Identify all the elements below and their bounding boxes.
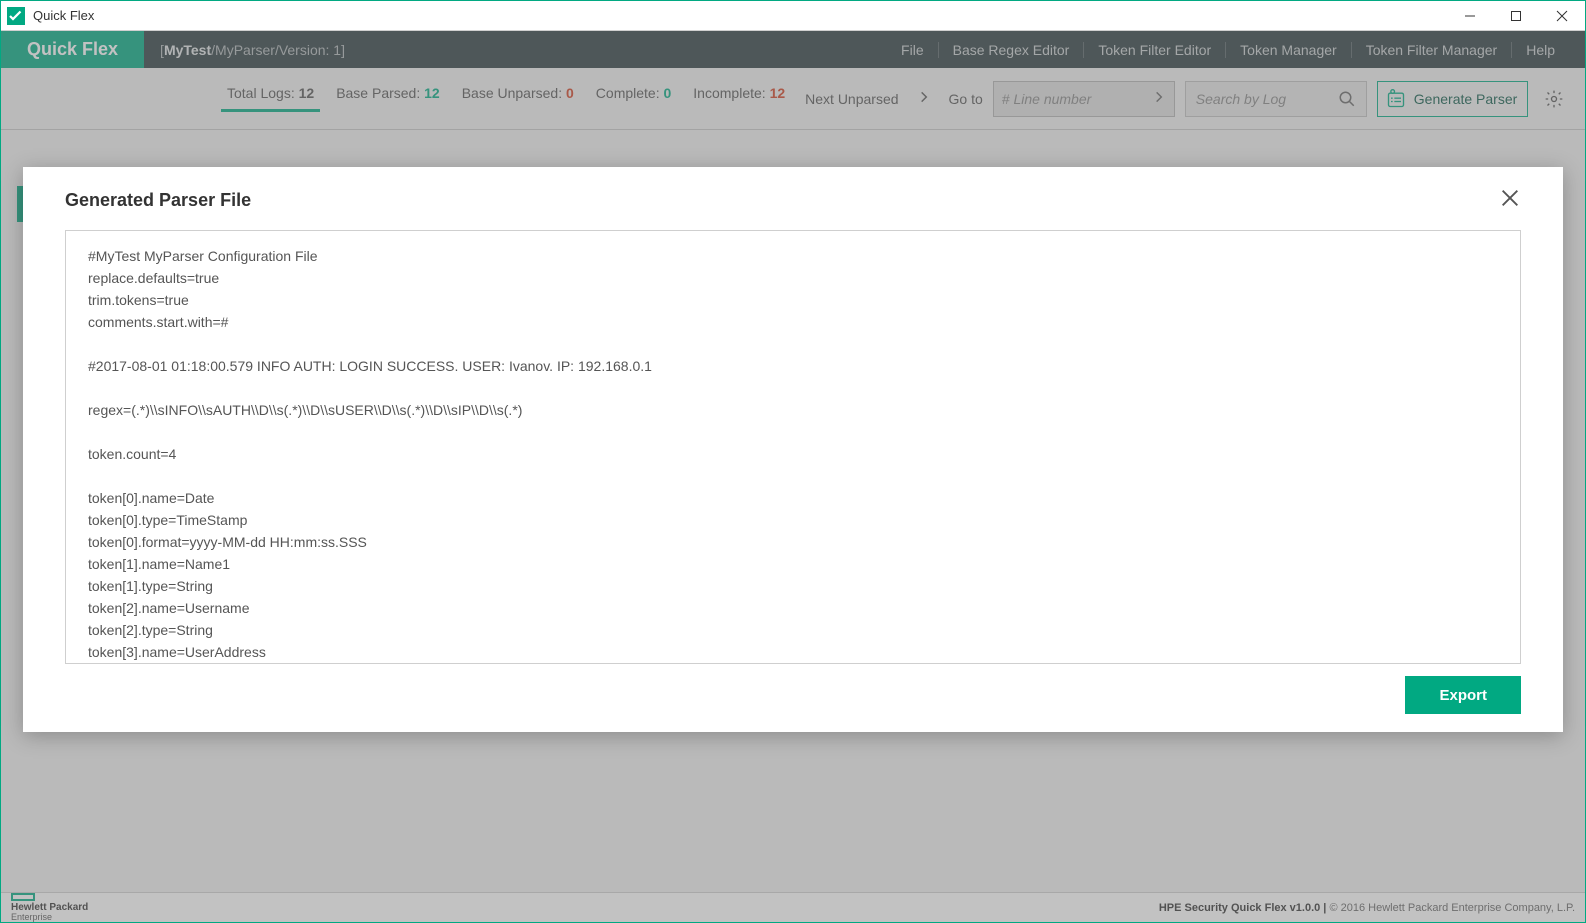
stat-total-logs[interactable]: Total Logs: 12 <box>221 85 320 112</box>
app-icon <box>7 7 25 25</box>
footer: Hewlett Packard Enterprise HPE Security … <box>1 892 1585 922</box>
appbar-links: File Base Regex Editor Token Filter Edit… <box>887 31 1585 68</box>
chevron-right-icon[interactable] <box>1152 90 1166 107</box>
line-number-input[interactable]: # Line number <box>993 81 1175 117</box>
stat-label: Complete: <box>596 85 664 101</box>
stat-value: 12 <box>299 85 315 101</box>
stat-label: Base Unparsed: <box>462 85 566 101</box>
footer-copyright: © 2016 Hewlett Packard Enterprise Compan… <box>1329 902 1575 914</box>
breadcrumb-close: ] <box>341 42 345 58</box>
brand: Quick Flex <box>1 31 144 68</box>
window-title: Quick Flex <box>33 8 1447 23</box>
window-titlebar: Quick Flex <box>1 1 1585 31</box>
generated-parser-modal: Generated Parser File #MyTest MyParser C… <box>23 167 1563 732</box>
breadcrumb-version: Version: 1 <box>279 42 341 58</box>
stat-label: Incomplete: <box>693 85 769 101</box>
stat-label: Total Logs: <box>227 85 299 101</box>
menu-token-manager[interactable]: Token Manager <box>1226 42 1351 58</box>
close-icon[interactable] <box>1499 187 1521 214</box>
stat-base-parsed[interactable]: Base Parsed: 12 <box>330 85 446 112</box>
breadcrumb-parser: MyParser <box>215 42 275 58</box>
stat-incomplete[interactable]: Incomplete: 12 <box>687 85 791 112</box>
parse-icon <box>1386 89 1406 109</box>
menu-token-filter-editor[interactable]: Token Filter Editor <box>1084 42 1225 58</box>
maximize-button[interactable] <box>1493 1 1539 31</box>
export-button[interactable]: Export <box>1405 676 1521 714</box>
chevron-right-icon[interactable] <box>917 90 931 107</box>
stat-value: 12 <box>770 85 786 101</box>
menu-file[interactable]: File <box>887 42 938 58</box>
modal-title: Generated Parser File <box>65 190 1499 211</box>
hpe-enterprise: Enterprise <box>11 913 88 922</box>
stat-value: 0 <box>566 85 574 101</box>
stat-complete[interactable]: Complete: 0 <box>590 85 678 112</box>
gear-icon[interactable] <box>1544 89 1564 109</box>
stat-base-unparsed[interactable]: Base Unparsed: 0 <box>456 85 580 112</box>
close-button[interactable] <box>1539 1 1585 31</box>
parser-file-content[interactable]: #MyTest MyParser Configuration File repl… <box>66 231 1520 663</box>
parser-file-container: #MyTest MyParser Configuration File repl… <box>65 230 1521 664</box>
menu-base-regex-editor[interactable]: Base Regex Editor <box>939 42 1084 58</box>
generate-parser-label: Generate Parser <box>1414 91 1518 107</box>
footer-product: HPE Security Quick Flex v1.0.0 | <box>1159 902 1330 914</box>
generate-parser-button[interactable]: Generate Parser <box>1377 81 1529 117</box>
line-number-placeholder: # Line number <box>1002 91 1092 107</box>
goto-label: Go to <box>949 91 983 107</box>
footer-text: HPE Security Quick Flex v1.0.0 | © 2016 … <box>1159 902 1575 914</box>
breadcrumb-project: MyTest <box>164 42 211 58</box>
next-unparsed-label[interactable]: Next Unparsed <box>805 91 898 107</box>
menu-help[interactable]: Help <box>1512 42 1569 58</box>
breadcrumb: [ MyTest / MyParser / Version: 1 ] <box>144 31 361 68</box>
hpe-logo: Hewlett Packard Enterprise <box>11 893 88 922</box>
search-input[interactable]: Search by Log <box>1185 81 1367 117</box>
minimize-button[interactable] <box>1447 1 1493 31</box>
stat-value: 12 <box>424 85 440 101</box>
hpe-logo-bar-icon <box>11 893 35 901</box>
app-bar: Quick Flex [ MyTest / MyParser / Version… <box>1 31 1585 68</box>
menu-token-filter-manager[interactable]: Token Filter Manager <box>1352 42 1512 58</box>
stat-label: Base Parsed: <box>336 85 424 101</box>
stat-value: 0 <box>664 85 672 101</box>
search-placeholder: Search by Log <box>1196 91 1286 107</box>
search-icon <box>1338 90 1356 108</box>
stats-bar: Total Logs: 12 Base Parsed: 12 Base Unpa… <box>1 68 1585 130</box>
